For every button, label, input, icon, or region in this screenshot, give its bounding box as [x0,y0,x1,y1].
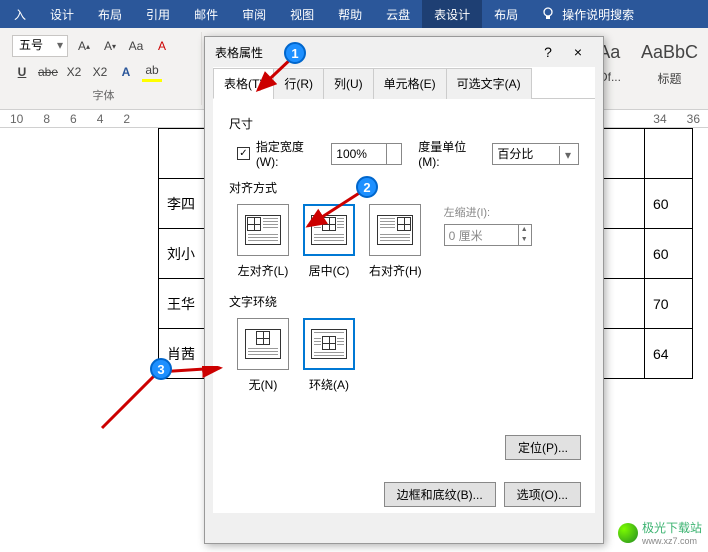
ribbon-tab[interactable]: 引用 [134,0,182,28]
ribbon-tab[interactable]: 视图 [278,0,326,28]
text-effects-icon[interactable]: A [116,62,136,82]
ribbon-tab[interactable]: 邮件 [182,0,230,28]
decrease-font-icon[interactable]: A▾ [100,36,120,56]
alignment-section-label: 对齐方式 [229,179,579,196]
borders-shading-button[interactable]: 边框和底纹(B)... [384,482,496,507]
dialog-tab-row[interactable]: 行(R) [273,68,324,99]
change-case-icon[interactable]: Aa [126,36,146,56]
subscript-icon[interactable]: X2 [64,62,84,82]
clear-format-icon[interactable]: A [152,36,172,56]
dialog-title: 表格属性 [215,44,263,61]
dialog-titlebar[interactable]: 表格属性 ? × [205,37,603,67]
dialog-tab-cell[interactable]: 单元格(E) [373,68,447,99]
help-button[interactable]: ? [533,44,563,60]
align-left-option[interactable]: 左对齐(L) [237,204,289,279]
unit-select[interactable]: 百分比 [492,143,579,165]
increase-font-icon[interactable]: A▴ [74,36,94,56]
ribbon-tab-table-design[interactable]: 表设计 [422,0,482,28]
align-center-option[interactable]: 居中(C) [303,204,355,279]
specify-width-label: 指定宽度(W): [256,138,325,169]
tell-me-search[interactable]: 操作说明搜索 [562,6,634,23]
watermark: 极光下载站 www.xz7.com [618,519,702,546]
unit-label: 度量单位(M): [418,138,486,169]
ribbon-tab[interactable]: 入 [2,0,38,28]
left-indent-label: 左缩进(I): [444,204,532,220]
highlight-icon[interactable]: ab [142,62,162,82]
strikethrough-icon[interactable]: abe [38,62,58,82]
left-indent-input: 0 厘米▲▼ [444,224,532,246]
positioning-button[interactable]: 定位(P)... [505,435,581,460]
style-item[interactable]: AaBbC 标题 [637,32,702,105]
ribbon-tab[interactable]: 设计 [38,0,86,28]
size-section-label: 尺寸 [229,115,579,132]
text-wrap-section-label: 文字环绕 [229,293,579,310]
wrap-around-option[interactable]: 环绕(A) [303,318,355,393]
ribbon-tabs: 入 设计 布局 引用 邮件 审阅 视图 帮助 云盘 表设计 布局 操作说明搜索 [0,0,708,28]
ribbon-tab[interactable]: 审阅 [230,0,278,28]
ribbon-tab[interactable]: 云盘 [374,0,422,28]
underline-icon[interactable]: U [12,62,32,82]
ribbon-tab[interactable]: 布局 [482,0,530,28]
watermark-logo-icon [618,523,638,543]
font-group-label: 字体 [12,87,195,103]
callout-2: 2 [356,176,378,198]
dialog-tab-table[interactable]: 表格(T) [213,68,274,99]
align-right-option[interactable]: 右对齐(H) [369,204,422,279]
dialog-tab-column[interactable]: 列(U) [323,68,374,99]
ribbon-tab[interactable]: 帮助 [326,0,374,28]
ribbon-tab[interactable]: 布局 [86,0,134,28]
dialog-tab-alt-text[interactable]: 可选文字(A) [446,68,532,99]
font-size-select[interactable]: 五号 [12,35,68,57]
lightbulb-icon [540,6,556,22]
callout-1: 1 [284,42,306,64]
options-button[interactable]: 选项(O)... [504,482,581,507]
superscript-icon[interactable]: X2 [90,62,110,82]
specify-width-checkbox[interactable]: ✓ [237,147,250,160]
callout-3: 3 [150,358,172,380]
dialog-body: 尺寸 ✓ 指定宽度(W): 100%▲▼ 度量单位(M): 百分比 对齐方式 左… [213,99,595,513]
width-input[interactable]: 100%▲▼ [331,143,402,165]
close-button[interactable]: × [563,44,593,60]
table-properties-dialog: 表格属性 ? × 表格(T) 行(R) 列(U) 单元格(E) 可选文字(A) … [204,36,604,544]
styles-gallery: Aa Of... AaBbC 标题 [594,32,702,105]
wrap-none-option[interactable]: 无(N) [237,318,289,393]
dialog-tabs: 表格(T) 行(R) 列(U) 单元格(E) 可选文字(A) [213,67,595,99]
